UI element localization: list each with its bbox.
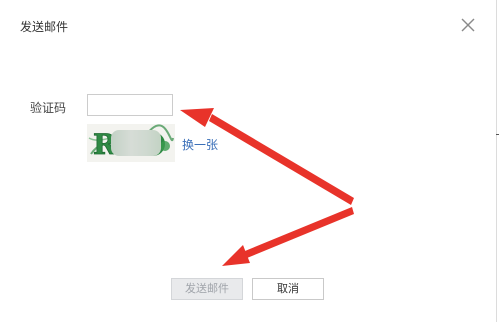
- dialog-title: 发送邮件: [20, 20, 69, 34]
- refresh-captcha-link[interactable]: 换一张: [182, 136, 218, 153]
- captcha-input[interactable]: [87, 94, 173, 116]
- close-icon-graphic: [461, 18, 475, 32]
- close-icon[interactable]: [460, 17, 476, 33]
- captcha-label: 验证码: [30, 101, 67, 115]
- captcha-blur-overlay: [111, 130, 161, 156]
- send-mail-dialog: 发送邮件 验证码 Rl 换一张 发送邮件 取消: [0, 0, 497, 322]
- edge-marker: [496, 134, 499, 135]
- send-mail-button[interactable]: 发送邮件: [171, 278, 243, 300]
- cancel-button[interactable]: 取消: [252, 278, 324, 300]
